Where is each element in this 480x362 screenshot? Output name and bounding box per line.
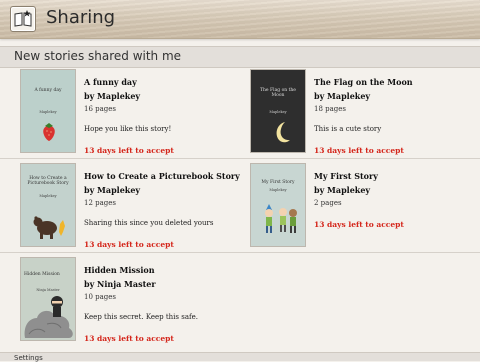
cover-title: Hidden Mission — [24, 272, 60, 277]
story-expiry[interactable]: 13 days left to accept — [84, 334, 244, 343]
story-author: by Maplekey — [314, 91, 371, 101]
footer-label[interactable]: Settings — [14, 354, 43, 362]
ninja-icon — [24, 296, 73, 338]
story-meta: How to Create a Picturebook Story by Map… — [84, 171, 244, 249]
story-message: Hope you like this story! — [84, 125, 172, 133]
header-bar: Sharing — [0, 0, 480, 39]
kids-icon — [265, 204, 297, 233]
story-meta: A funny day by Maplekey 16 pages Hope yo… — [84, 77, 244, 155]
story-meta: Hidden Mission by Ninja Master 10 pages … — [84, 265, 244, 343]
cover-title: The Flag on the Moon — [260, 88, 296, 98]
cover-title: How to Create a Picturebook Story — [27, 176, 69, 186]
story-card-how-to-create[interactable]: How to Create a Picturebook Story Maplek… — [20, 163, 240, 251]
story-pages: 2 pages — [314, 199, 342, 207]
cover-author: Maplekey — [269, 110, 287, 114]
story-meta: The Flag on the Moon by Maplekey 18 page… — [314, 77, 474, 155]
story-author: by Ninja Master — [84, 279, 156, 289]
story-title: A funny day — [84, 77, 137, 87]
story-message: Sharing this since you deleted yours — [84, 219, 214, 227]
story-pages: 18 pages — [314, 105, 347, 113]
story-title: Hidden Mission — [84, 265, 155, 275]
story-message: Keep this secret. Keep this safe. — [84, 313, 198, 321]
cover-author: Maplekey — [39, 194, 57, 198]
story-pages: 16 pages — [84, 105, 117, 113]
story-message: This is a cute story — [314, 125, 382, 133]
story-title: How to Create a Picturebook Story — [84, 171, 240, 181]
strawberry-icon — [43, 123, 55, 141]
row-divider — [0, 158, 480, 159]
story-cover[interactable]: A funny day Maplekey — [20, 69, 76, 153]
book-icon[interactable] — [10, 6, 36, 32]
story-card-the-flag-on-the-moon[interactable]: The Flag on the Moon Maplekey The Flag o… — [250, 69, 470, 157]
story-card-a-funny-day[interactable]: A funny day Maplekey A funny day by Mapl… — [20, 69, 240, 157]
section-header: New stories shared with me — [0, 46, 480, 68]
cover-author: Maplekey — [269, 188, 287, 192]
story-cover[interactable]: How to Create a Picturebook Story Maplek… — [20, 163, 76, 247]
open-book-icon-svg — [14, 10, 32, 27]
story-author: by Maplekey — [84, 91, 141, 101]
crescent-moon-icon — [276, 122, 290, 143]
story-expiry[interactable]: 13 days left to accept — [314, 146, 474, 155]
story-expiry[interactable]: 13 days left to accept — [314, 220, 474, 229]
story-expiry[interactable]: 13 days left to accept — [84, 240, 244, 249]
cover-author: Ninja Master — [36, 288, 60, 292]
story-title: My First Story — [314, 171, 378, 181]
story-author: by Maplekey — [314, 185, 371, 195]
cover-title: My First Story — [261, 180, 295, 185]
story-meta: My First Story by Maplekey 2 pages 13 da… — [314, 171, 474, 229]
bear-icon — [33, 216, 65, 239]
section-title: New stories shared with me — [14, 49, 182, 63]
app-title: Sharing — [46, 7, 116, 28]
story-card-hidden-mission[interactable]: Hidden Mission Ninja Master Hidden Missi… — [20, 257, 240, 345]
story-title: The Flag on the Moon — [314, 77, 413, 87]
story-expiry[interactable]: 13 days left to accept — [84, 146, 244, 155]
story-author: by Maplekey — [84, 185, 141, 195]
cover-title: A funny day — [34, 88, 62, 93]
story-cover[interactable]: Hidden Mission Ninja Master — [20, 257, 76, 341]
cover-author: Maplekey — [39, 110, 57, 114]
story-card-my-first-story[interactable]: My First Story Maplekey My First Story b… — [250, 163, 470, 251]
row-divider — [0, 252, 480, 253]
story-pages: 12 pages — [84, 199, 117, 207]
story-pages: 10 pages — [84, 293, 117, 301]
story-cover[interactable]: The Flag on the Moon Maplekey — [250, 69, 306, 153]
story-cover[interactable]: My First Story Maplekey — [250, 163, 306, 247]
